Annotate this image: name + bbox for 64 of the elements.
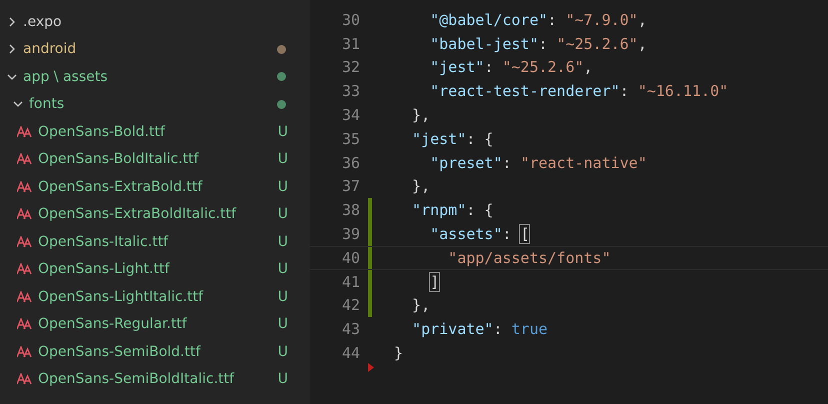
file-name[interactable]: OpenSans-ExtraBold.ttf	[38, 178, 202, 195]
code-line: "assets": [	[429, 225, 530, 244]
folder-name[interactable]: app \ assets	[23, 68, 108, 85]
code-line: "@babel/core": "~7.9.0",	[429, 10, 647, 29]
folder-name[interactable]: .expo	[23, 14, 62, 30]
line-number: 33	[340, 82, 360, 100]
file-name[interactable]: OpenSans-Light.ttf	[38, 261, 170, 278]
status-letter: U	[278, 124, 288, 140]
status-letter: U	[278, 151, 288, 168]
font-file-icon	[17, 153, 33, 166]
line-number: 35	[340, 130, 360, 148]
font-file-icon	[17, 290, 33, 303]
folder-name[interactable]: fonts	[29, 96, 64, 112]
line-number: 30	[340, 10, 360, 29]
font-file-icon	[17, 346, 33, 358]
line-number: 38	[340, 201, 360, 220]
font-file-icon	[17, 318, 33, 330]
font-file-icon	[17, 126, 33, 138]
file-name[interactable]: OpenSans-BoldItalic.ttf	[38, 151, 199, 168]
line-number: 36	[340, 154, 360, 172]
line-number: 43	[340, 320, 360, 338]
line-number: 32	[340, 58, 360, 76]
code-line: "app/assets/fonts"	[447, 248, 611, 267]
code-line: ]	[429, 272, 440, 291]
line-number: 34	[340, 106, 360, 124]
line-number: 40	[340, 248, 360, 267]
font-file-icon	[17, 263, 33, 276]
line-number: 37	[340, 177, 360, 196]
status-letter: U	[278, 316, 288, 332]
status-letter: U	[278, 206, 288, 222]
file-name[interactable]: OpenSans-ExtraBoldItalic.ttf	[38, 206, 236, 222]
line-number: 39	[340, 225, 360, 244]
code-line: "private": true	[411, 320, 548, 338]
file-name[interactable]: OpenSans-SemiBoldItalic.ttf	[38, 371, 234, 388]
font-file-icon	[17, 373, 33, 386]
status-letter: U	[278, 261, 288, 278]
code-line: "babel-jest": "~25.2.6",	[429, 34, 647, 53]
file-name[interactable]: OpenSans-Bold.ttf	[38, 124, 165, 140]
status-letter: U	[278, 344, 288, 360]
font-file-icon	[17, 236, 33, 248]
line-number: 41	[340, 272, 360, 291]
file-name[interactable]: OpenSans-Regular.ttf	[38, 316, 187, 332]
folder-name[interactable]: android	[23, 41, 76, 58]
code-line: "jest": {	[411, 130, 494, 148]
status-letter: U	[278, 288, 288, 305]
status-letter: U	[278, 178, 288, 195]
line-number: 44	[340, 344, 360, 362]
font-file-icon	[17, 208, 33, 220]
status-letter: U	[278, 371, 288, 388]
font-file-icon	[17, 180, 33, 193]
file-name[interactable]: OpenSans-LightItalic.ttf	[38, 288, 204, 305]
line-number: 31	[340, 34, 360, 53]
line-number: 42	[340, 296, 360, 314]
code-line: "preset": "react-native"	[429, 154, 647, 172]
code-line: "react-test-renderer": "~16.11.0"	[429, 82, 728, 100]
status-letter: U	[278, 234, 288, 250]
code-line: "jest": "~25.2.6",	[429, 58, 593, 76]
code-line: },	[411, 296, 430, 314]
file-name[interactable]: OpenSans-Italic.ttf	[38, 234, 168, 250]
code-line: },	[411, 177, 430, 196]
code-line: },	[411, 106, 430, 124]
code-line: "rnpm": {	[411, 201, 494, 220]
file-name[interactable]: OpenSans-SemiBold.ttf	[38, 344, 200, 360]
code-line: }	[394, 344, 404, 362]
